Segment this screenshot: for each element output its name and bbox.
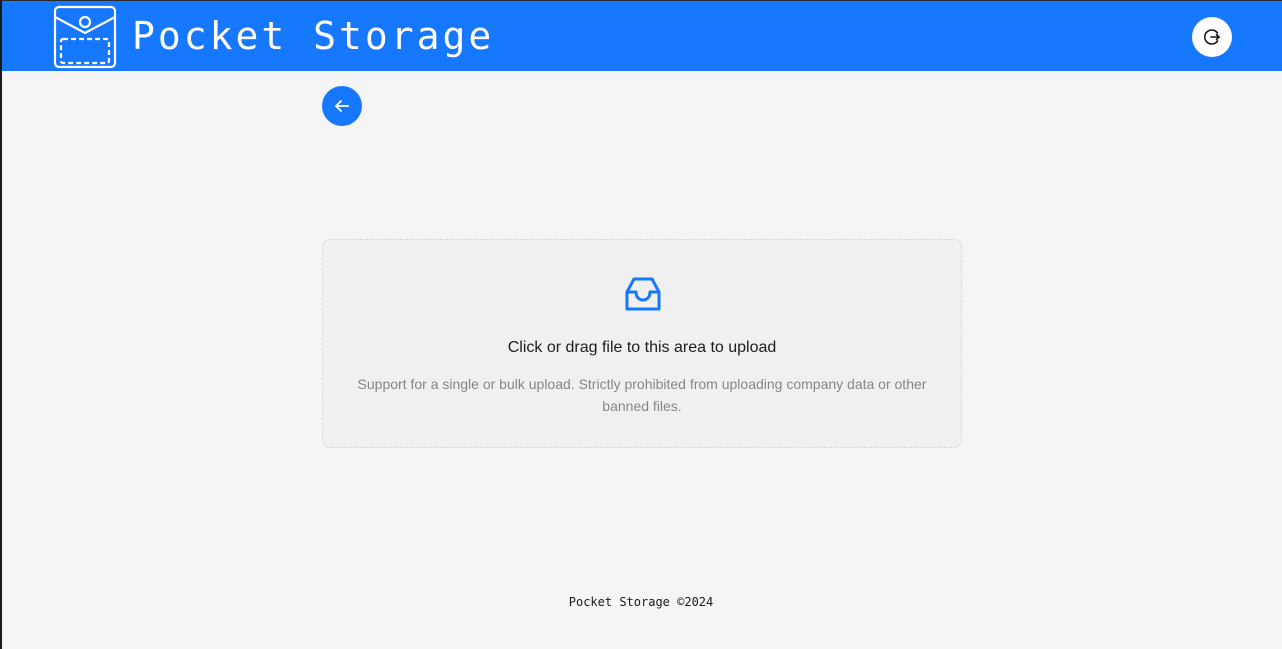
pocket-logo-icon: [53, 5, 117, 69]
upload-hint: Support for a single or bulk upload. Str…: [357, 376, 927, 414]
back-button[interactable]: [322, 86, 362, 126]
logout-button[interactable]: [1192, 17, 1232, 57]
footer-text: Pocket Storage ©2024: [568, 595, 714, 609]
app-title[interactable]: Pocket Storage: [132, 10, 494, 62]
arrow-left-icon: [335, 100, 349, 112]
window-edge: [0, 0, 2, 649]
app-header: Pocket Storage: [2, 0, 1282, 71]
logout-icon: [1204, 29, 1221, 45]
upload-text: Click or drag file to this area to uploa…: [507, 339, 777, 356]
inbox-icon: [625, 277, 661, 311]
upload-dropzone[interactable]: Click or drag file to this area to uploa…: [322, 239, 962, 448]
